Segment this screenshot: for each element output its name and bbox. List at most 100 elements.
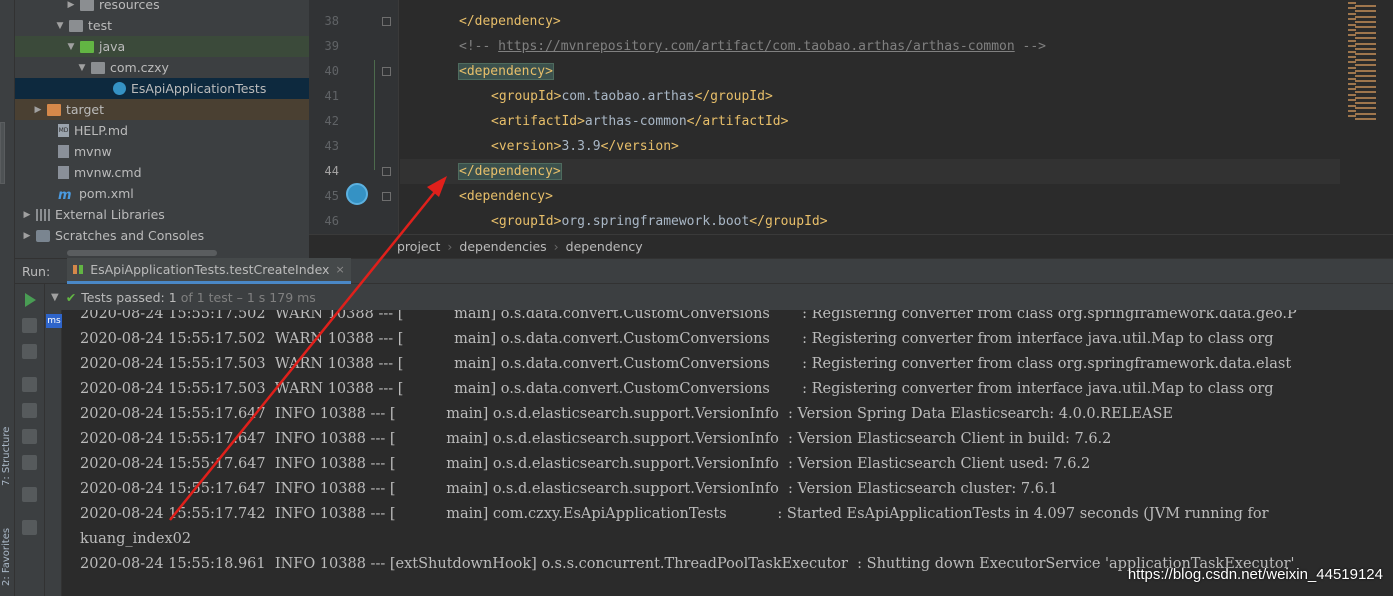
package-icon [91,61,105,74]
tree-item[interactable]: ▶ target [15,99,309,120]
folder-orange-icon [47,103,61,116]
code-line[interactable]: <dependency> [400,59,554,84]
tree-item[interactable]: ▼ java [15,36,309,57]
chevron-right-icon[interactable]: ▶ [65,0,77,10]
tree-item[interactable]: mvnw.cmd [15,162,309,183]
duration-badge: ms [46,314,62,328]
tree-item[interactable]: ▶ Scratches and Consoles [15,225,309,246]
junit-test-icon [113,82,126,95]
chevron-right-icon[interactable]: ▶ [21,210,33,220]
minimap-stroke [1355,47,1376,50]
code-token: <!-- [459,39,499,54]
editor-gutter: 38 39 40 41 42 43 44 45 46 [309,0,411,234]
minimap-stroke [1355,118,1376,121]
debug-run-icon[interactable] [346,183,368,205]
tree-item[interactable]: ▼ test [15,15,309,36]
minimap-stroke [1348,34,1356,37]
fold-marker-icon[interactable] [382,17,391,26]
fold-marker-icon[interactable] [382,67,391,76]
minimap-stroke [1355,31,1376,34]
code-line[interactable]: </dependency> [400,9,561,34]
code-line[interactable]: <dependency> [400,184,553,209]
code-token: <dependency> [459,189,553,204]
toggle-auto-test-icon[interactable] [22,344,37,359]
code-link[interactable]: https://mvnrepository.com/artifact/com.t… [498,39,1015,54]
layout-icon[interactable] [22,487,37,502]
project-tree: ▶ resources ▼ test ▼ java ▼ com.czxy EsApiApplic… [15,0,309,258]
chevron-down-icon[interactable]: ▼ [76,63,88,73]
watermark: https://blog.csdn.net/weixin_44519124 [1127,566,1383,583]
close-icon[interactable]: × [335,263,344,276]
chevron-down-icon[interactable]: ▼ [54,21,66,31]
breadcrumb-item-dependency[interactable]: dependency [566,239,643,254]
minimap-stroke [1348,18,1356,21]
tree-item[interactable]: MD HELP.md [15,120,309,141]
tree-item[interactable]: m pom.xml [15,183,309,204]
tests-total: of 1 test [180,289,233,305]
code-token: org.springframework.boot [561,214,750,229]
minimap-stroke [1348,45,1356,48]
tree-item-label: target [66,102,105,117]
settings-icon[interactable] [22,429,37,444]
tree-item[interactable]: ▶ External Libraries [15,204,309,225]
minimap-stroke [1355,85,1376,88]
minimap-stroke [1355,4,1376,7]
chevron-right-icon: › [553,239,559,254]
rerun-failed-icon[interactable] [22,318,37,333]
code-line[interactable]: <groupId>org.springframework.boot</group… [400,209,828,234]
chevron-down-icon[interactable]: ▼ [51,292,59,303]
tree-item[interactable]: ▶ resources [15,0,309,15]
minimap-stroke [1355,64,1376,67]
tree-item[interactable]: ▼ com.czxy [15,57,309,78]
line-number: 38 [324,14,339,28]
code-line[interactable]: <artifactId>arthas-common</artifactId> [400,109,788,134]
code-token: 3.3.9 [561,139,601,154]
chevron-right-icon[interactable]: ▶ [21,231,33,241]
fold-marker-icon[interactable] [382,167,391,176]
breadcrumb-item-dependencies[interactable]: dependencies [459,239,546,254]
rerun-icon[interactable] [25,293,36,307]
tree-item-label: EsApiApplicationTests [131,81,267,96]
console-line: 2020-08-24 15:55:17.647 INFO 10388 --- [… [80,406,1173,422]
code-line[interactable]: </dependency> [400,159,1340,184]
editor-minimap[interactable] [1340,0,1393,234]
left-tool-strip: 7: Structure 2: Favorites [0,0,15,596]
minimap-stroke [1348,7,1356,10]
tree-scrollbar[interactable] [67,250,217,256]
breadcrumb-item-project[interactable]: project [397,239,440,254]
code-token: </groupId> [749,214,828,229]
tests-passed-label: Tests passed: [81,289,165,305]
camera-icon[interactable] [22,403,37,418]
code-line[interactable]: <version>3.3.9</version> [400,134,679,159]
project-tool-marker[interactable] [0,122,5,184]
maven-icon: m [58,187,72,203]
structure-tool-tab[interactable]: 7: Structure [1,408,14,486]
tree-item-label: resources [99,0,160,12]
minimap-stroke [1355,26,1376,29]
favorites-tool-tab[interactable]: 2: Favorites [1,508,14,586]
pin-icon[interactable] [22,520,37,535]
chevron-down-icon[interactable]: ▼ [65,42,77,52]
breadcrumb: project › dependencies › dependency [309,234,1393,258]
chevron-right-icon[interactable]: ▶ [32,105,44,115]
minimap-stroke [1348,50,1356,53]
folder-icon [80,0,94,11]
fold-marker-icon[interactable] [382,192,391,201]
stop-icon[interactable] [22,377,37,392]
code-token: </dependency> [458,163,562,180]
code-token: </groupId> [694,89,773,104]
code-editor[interactable]: </dependency> <!-- https://mvnrepository.… [400,0,1340,234]
import-icon[interactable] [22,455,37,470]
minimap-stroke [1355,69,1376,72]
tree-item[interactable]: EsApiApplicationTests [15,78,309,99]
run-config-tab[interactable]: EsApiApplicationTests.testCreateIndex × [67,258,351,284]
code-line[interactable]: <groupId>com.taobao.arthas</groupId> [400,84,773,109]
tree-item[interactable]: mvnw [15,141,309,162]
test-tree-collapsed: ms [45,310,62,596]
libraries-icon [36,208,50,221]
console-output[interactable]: 2020-08-24 15:55:17.502 WARN 10388 --- [… [62,310,1393,596]
minimap-stroke [1348,72,1356,75]
code-line[interactable]: <!-- https://mvnrepository.com/artifact/… [400,34,1046,59]
console-line: 2020-08-24 15:55:17.742 INFO 10388 --- [… [80,506,1269,522]
markdown-file-icon: MD [58,124,69,137]
